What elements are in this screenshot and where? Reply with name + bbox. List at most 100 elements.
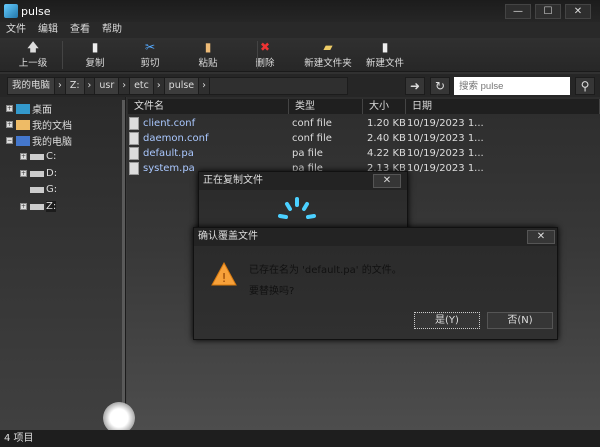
file-date: 10/19/2023 1... bbox=[407, 118, 484, 129]
column-header-type[interactable]: 类型 bbox=[289, 99, 363, 114]
tree-item-drive-g[interactable]: G: bbox=[30, 184, 57, 195]
tree-item-desktop[interactable]: + 桌面 bbox=[6, 101, 52, 116]
clipboard-icon: ▮ bbox=[204, 40, 212, 54]
close-button[interactable]: ✕ bbox=[565, 4, 591, 19]
expand-icon[interactable]: + bbox=[6, 121, 13, 128]
drive-icon bbox=[30, 153, 44, 160]
new-folder-button[interactable]: ▰ 新建文件夹 bbox=[300, 40, 356, 69]
yes-button[interactable]: 是(Y) bbox=[414, 312, 480, 329]
maximize-button[interactable]: ☐ bbox=[535, 4, 561, 19]
menu-help[interactable]: 帮助 bbox=[96, 22, 128, 38]
new-file-button[interactable]: ▮ 新建文件 bbox=[362, 40, 408, 69]
crumb-etc[interactable]: etc bbox=[130, 78, 154, 94]
new-file-label: 新建文件 bbox=[365, 58, 404, 69]
sidebar-scrollbar[interactable] bbox=[122, 100, 125, 410]
no-button[interactable]: 否(N) bbox=[487, 312, 553, 329]
confirm-dialog-close-button[interactable]: ✕ bbox=[527, 230, 555, 244]
menu-edit[interactable]: 编辑 bbox=[32, 22, 64, 38]
delete-icon: ✖ bbox=[259, 40, 271, 54]
crumb-computer[interactable]: 我的电脑 bbox=[8, 78, 56, 94]
confirm-message: 已存在名为 'default.pa' 的文件。 bbox=[249, 265, 402, 276]
tree-item-documents[interactable]: + 我的文档 bbox=[6, 117, 72, 132]
file-size: 1.20 KB bbox=[367, 118, 406, 129]
address-bar: 我的电脑› Z:› usr› etc› pulse› ➜ ↻ ⚲ bbox=[0, 74, 600, 97]
new-folder-label: 新建文件夹 bbox=[304, 58, 352, 69]
up-button[interactable]: 🡅 上一级 bbox=[12, 40, 54, 69]
expand-icon[interactable]: + bbox=[20, 203, 27, 210]
crumb-pulse[interactable]: pulse bbox=[164, 78, 200, 94]
drive-icon bbox=[30, 186, 44, 193]
chevron-right-icon[interactable]: › bbox=[199, 78, 210, 94]
toolbar: 🡅 上一级 ▮ 复制 ✂ 剪切 ▮ 粘贴 ✖ 删除 ▰ 新建文件夹 ▮ 新建文件 bbox=[0, 38, 600, 72]
drive-icon bbox=[30, 170, 44, 177]
refresh-icon[interactable]: ↻ bbox=[430, 77, 450, 95]
file-row[interactable]: daemon.conf conf file 2.40 KB 10/19/2023 1.… bbox=[127, 132, 600, 147]
cut-button[interactable]: ✂ 剪切 bbox=[130, 40, 170, 69]
divider bbox=[257, 41, 258, 69]
paste-label: 粘贴 bbox=[198, 58, 218, 69]
crumb-usr[interactable]: usr bbox=[95, 78, 120, 94]
chevron-right-icon[interactable]: › bbox=[119, 78, 131, 94]
paste-button[interactable]: ▮ 粘贴 bbox=[188, 40, 228, 69]
breadcrumb: 我的电脑 › Z: › usr › etc › pulse › bbox=[7, 77, 348, 95]
tree-label: G: bbox=[46, 184, 58, 195]
chevron-right-icon[interactable]: › bbox=[153, 78, 165, 94]
drive-icon bbox=[30, 203, 44, 210]
chevron-right-icon[interactable]: › bbox=[84, 78, 96, 94]
menu-file[interactable]: 文件 bbox=[0, 22, 32, 38]
tree-item-drive-c[interactable]: + C: bbox=[20, 151, 56, 162]
copy-icon: ▮ bbox=[91, 40, 99, 54]
file-date: 10/19/2023 1... bbox=[407, 163, 484, 174]
divider bbox=[62, 41, 63, 69]
chevron-right-icon[interactable]: › bbox=[55, 78, 66, 94]
expand-icon[interactable]: + bbox=[20, 153, 27, 160]
warning-icon: ! bbox=[211, 262, 237, 286]
cut-label: 剪切 bbox=[140, 58, 160, 69]
computer-icon bbox=[16, 135, 30, 146]
new-folder-icon: ▰ bbox=[323, 40, 333, 54]
expand-icon[interactable]: + bbox=[6, 105, 13, 112]
file-size: 4.22 KB bbox=[367, 148, 406, 159]
file-type: conf file bbox=[292, 133, 332, 144]
minimize-button[interactable]: — bbox=[505, 4, 531, 19]
tree-label: 桌面 bbox=[32, 105, 52, 116]
delete-button[interactable]: ✖ 删除 bbox=[245, 40, 285, 69]
file-type: conf file bbox=[292, 118, 332, 129]
new-file-icon: ▮ bbox=[381, 40, 389, 54]
delete-label: 删除 bbox=[255, 58, 275, 69]
file-name: client.conf bbox=[143, 118, 196, 129]
file-type: pa file bbox=[292, 148, 323, 159]
search-icon[interactable]: ⚲ bbox=[575, 77, 595, 95]
file-row[interactable]: default.pa pa file 4.22 KB 10/19/2023 1... bbox=[127, 147, 600, 162]
svg-text:!: ! bbox=[222, 271, 227, 285]
confirm-question: 要替换吗? bbox=[249, 286, 295, 297]
file-row[interactable]: client.conf conf file 1.20 KB 10/19/2023 1.… bbox=[127, 117, 600, 132]
copy-dialog-close-button[interactable]: ✕ bbox=[373, 174, 401, 188]
confirm-overwrite-dialog: 确认覆盖文件 ✕ ! 已存在名为 'default.pa' 的文件。 要替换吗?… bbox=[193, 227, 558, 340]
crumb-z[interactable]: Z: bbox=[65, 78, 85, 94]
menu-view[interactable]: 查看 bbox=[64, 22, 96, 38]
column-header-date[interactable]: 日期 bbox=[406, 99, 600, 114]
collapse-icon[interactable]: − bbox=[6, 137, 13, 144]
tree-item-drive-z[interactable]: + Z: bbox=[20, 201, 57, 212]
app-icon bbox=[4, 4, 18, 18]
scissors-icon: ✂ bbox=[144, 40, 156, 54]
file-size: 2.40 KB bbox=[367, 133, 406, 144]
search-input[interactable] bbox=[454, 77, 570, 95]
column-header-name[interactable]: 文件名 bbox=[128, 99, 289, 114]
tree-item-drive-d[interactable]: + D: bbox=[20, 168, 57, 179]
copy-button[interactable]: ▮ 复制 bbox=[75, 40, 115, 69]
tree-label: Z: bbox=[46, 201, 57, 212]
folder-icon bbox=[16, 119, 30, 130]
tree-item-computer[interactable]: − 我的电脑 bbox=[6, 133, 72, 148]
folder-tree: + 桌面 + 我的文档 − 我的电脑 + C: + D: G: + Z: bbox=[0, 97, 126, 430]
column-header-size[interactable]: 大小 bbox=[363, 99, 406, 114]
file-icon bbox=[129, 147, 139, 160]
file-icon bbox=[129, 162, 139, 175]
window-title: pulse bbox=[21, 4, 51, 18]
go-arrow-icon[interactable]: ➜ bbox=[405, 77, 425, 95]
tree-label: D: bbox=[46, 168, 58, 179]
tree-label: 我的文档 bbox=[32, 121, 72, 132]
expand-icon[interactable]: + bbox=[20, 170, 27, 177]
confirm-dialog-title: 确认覆盖文件 bbox=[194, 228, 557, 246]
